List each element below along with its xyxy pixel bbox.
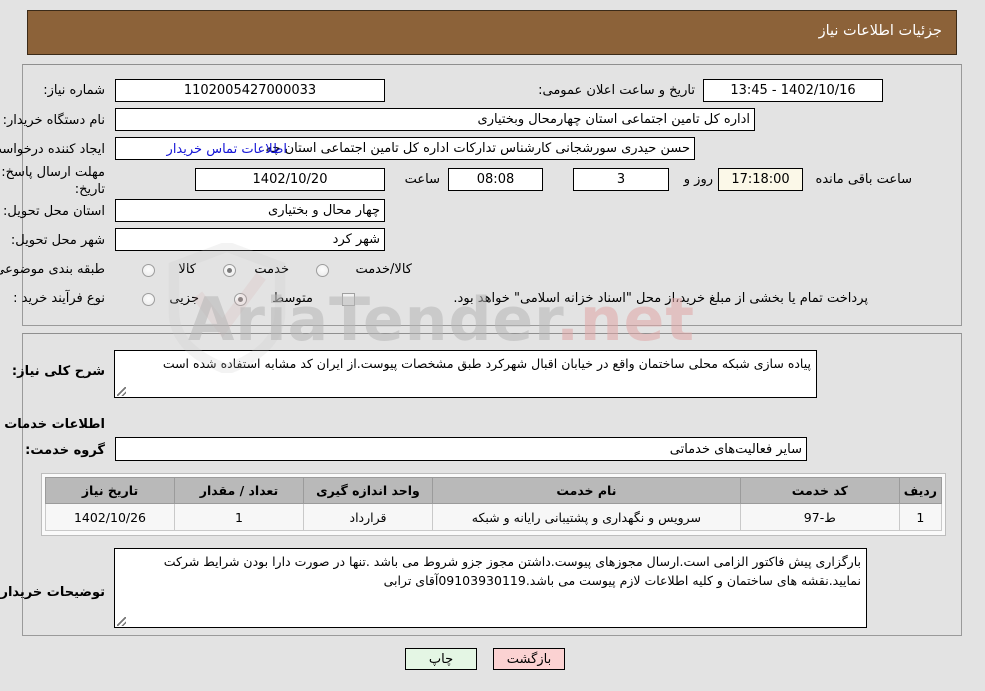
announce-datetime-field[interactable]: 1402/10/16 - 13:45	[703, 79, 883, 102]
page-title: جزئیات اطلاعات نیاز	[818, 23, 942, 39]
table-row: 1 ط-97 سرویس و نگهداری و پشتیبانی رایانه…	[45, 503, 943, 531]
purchase-process-label: نوع فرآیند خرید :	[13, 291, 105, 306]
table-header-row: ردیف کد خدمت نام خدمت واحد اندازه گیری ت…	[45, 477, 943, 504]
days-remaining-field[interactable]: 3	[573, 168, 669, 191]
hours-remaining-label: ساعت باقی مانده	[815, 172, 912, 187]
general-description-label: شرح کلی نیاز:	[11, 364, 105, 379]
service-info-section-title: اطلاعات خدمات مورد نیاز	[0, 417, 105, 432]
th-row-number: ردیف	[898, 477, 943, 504]
th-need-date: تاریخ نیاز	[45, 477, 175, 504]
th-service-code: کد خدمت	[739, 477, 900, 504]
need-number-field[interactable]: 1102005427000033	[115, 79, 385, 102]
radio-classification-goods-label: کالا	[178, 262, 196, 277]
cell-need-date: 1402/10/26	[45, 503, 175, 531]
print-button[interactable]: چاپ	[405, 648, 477, 670]
classification-label: طبقه بندی موضوعی:	[0, 262, 105, 277]
delivery-city-label: شهر محل تحویل:	[10, 233, 105, 248]
radio-classification-service-label: خدمت	[254, 262, 289, 277]
response-deadline-sublabel: تاریخ:	[74, 182, 105, 197]
radio-process-minor-label: جزیی	[169, 291, 199, 306]
back-button[interactable]: بازگشت	[493, 648, 565, 670]
cell-row-number: 1	[898, 503, 943, 531]
radio-classification-goods-service-label: کالا/خدمت	[355, 262, 412, 277]
radio-classification-service[interactable]	[223, 264, 236, 277]
service-group-field[interactable]: سایر فعالیت‌های خدماتی	[115, 437, 807, 461]
service-table: ردیف کد خدمت نام خدمت واحد اندازه گیری ت…	[45, 477, 943, 531]
delivery-province-field[interactable]: چهار محال و بختیاری	[115, 199, 385, 222]
cell-service-name: سرویس و نگهداری و پشتیبانی رایانه و شبکه	[432, 503, 741, 531]
treasury-bonds-checkbox[interactable]	[342, 293, 355, 306]
page-root: AriaTender.net جزئیات اطلاعات نیاز شماره…	[0, 0, 985, 691]
radio-process-minor[interactable]	[142, 293, 155, 306]
deadline-time-label: ساعت	[404, 172, 440, 187]
radio-process-medium-label: متوسط	[272, 291, 313, 306]
buyer-notes-field[interactable]: بارگزاری پیش فاکتور الزامی است.ارسال مجو…	[114, 548, 867, 628]
delivery-province-label: استان محل تحویل:	[3, 204, 105, 219]
cell-unit: قرارداد	[303, 503, 433, 531]
days-remaining-label: روز و	[683, 172, 713, 187]
need-info-panel	[22, 64, 962, 326]
cell-quantity: 1	[174, 503, 304, 531]
need-number-label: شماره نیاز:	[43, 83, 105, 98]
general-description-field[interactable]: پیاده سازی شبکه محلی ساختمان واقع در خیا…	[114, 350, 817, 398]
service-group-label: گروه خدمت:	[25, 443, 105, 458]
buyer-organization-field[interactable]: اداره کل تامین اجتماعی استان چهارمحال وب…	[115, 108, 755, 131]
cell-service-code: ط-97	[739, 503, 900, 531]
buyer-notes-label: توضیحات خریدار:	[0, 585, 105, 600]
th-unit: واحد اندازه گیری	[303, 477, 433, 504]
request-creator-label: ایجاد کننده درخواست:	[0, 142, 105, 157]
delivery-city-field[interactable]: شهر کرد	[115, 228, 385, 251]
deadline-time-field[interactable]: 08:08	[448, 168, 543, 191]
response-deadline-label: مهلت ارسال پاسخ: تا	[0, 165, 105, 180]
page-header-bar: جزئیات اطلاعات نیاز	[27, 10, 957, 55]
treasury-bonds-note: پرداخت تمام یا بخشی از مبلغ خرید،از محل …	[453, 291, 868, 306]
hours-remaining-field[interactable]: 17:18:00	[718, 168, 803, 191]
radio-process-medium[interactable]	[234, 293, 247, 306]
buyer-organization-label: نام دستگاه خریدار:	[2, 113, 105, 128]
radio-classification-goods-service[interactable]	[316, 264, 329, 277]
buyer-contact-link[interactable]: اطلاعات تماس خریدار	[167, 142, 287, 157]
deadline-date-field[interactable]: 1402/10/20	[195, 168, 385, 191]
th-quantity: تعداد / مقدار	[174, 477, 304, 504]
radio-classification-goods[interactable]	[142, 264, 155, 277]
announce-datetime-label: تاریخ و ساعت اعلان عمومی:	[538, 83, 695, 98]
th-service-name: نام خدمت	[432, 477, 741, 504]
